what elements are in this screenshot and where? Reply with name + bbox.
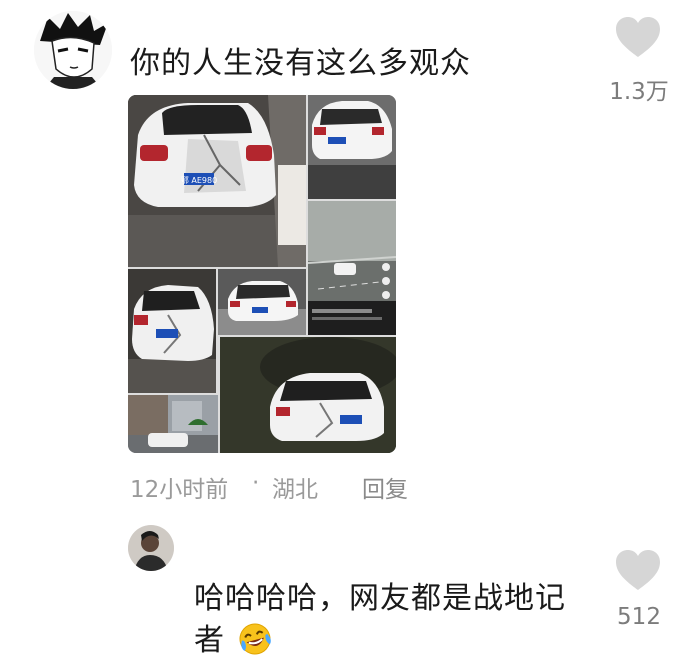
- like-button[interactable]: [614, 15, 662, 59]
- photo-street-car: [308, 95, 396, 199]
- photo-rear-night: [128, 269, 216, 393]
- comment-time: 12小时前: [130, 477, 229, 503]
- avatar[interactable]: [34, 11, 112, 89]
- heart-icon: [616, 550, 660, 590]
- photo-rear-closeup: 鄂 AE980: [128, 95, 306, 267]
- reply-button[interactable]: 回复: [362, 470, 408, 504]
- avatar[interactable]: [128, 525, 174, 571]
- like-count: 1.3万: [609, 79, 669, 105]
- laughing-emoji-icon: [238, 622, 272, 656]
- meta-separator: ·: [252, 470, 260, 496]
- comment-location: 湖北: [272, 477, 318, 503]
- user-photo-icon: [128, 525, 174, 571]
- comment-image[interactable]: 鄂 AE980: [128, 95, 396, 453]
- heart-icon: [616, 17, 660, 57]
- manga-avatar-icon: [34, 11, 112, 89]
- comment-text: 你的人生没有这么多观众: [130, 46, 471, 81]
- photo-tunnel: [220, 337, 396, 453]
- like-count: 512: [617, 604, 661, 630]
- reply-text-line2: 者: [194, 622, 272, 660]
- photo-street-scene: [128, 395, 218, 453]
- like-button[interactable]: [614, 548, 662, 592]
- reply-text-line1: 哈哈哈哈，网友都是战地记: [194, 581, 566, 616]
- plate-text: 鄂 AE980: [181, 176, 217, 185]
- photo-highway-video: [308, 201, 396, 335]
- photo-road-car: [218, 269, 306, 335]
- reply-text-end: 者: [194, 623, 225, 658]
